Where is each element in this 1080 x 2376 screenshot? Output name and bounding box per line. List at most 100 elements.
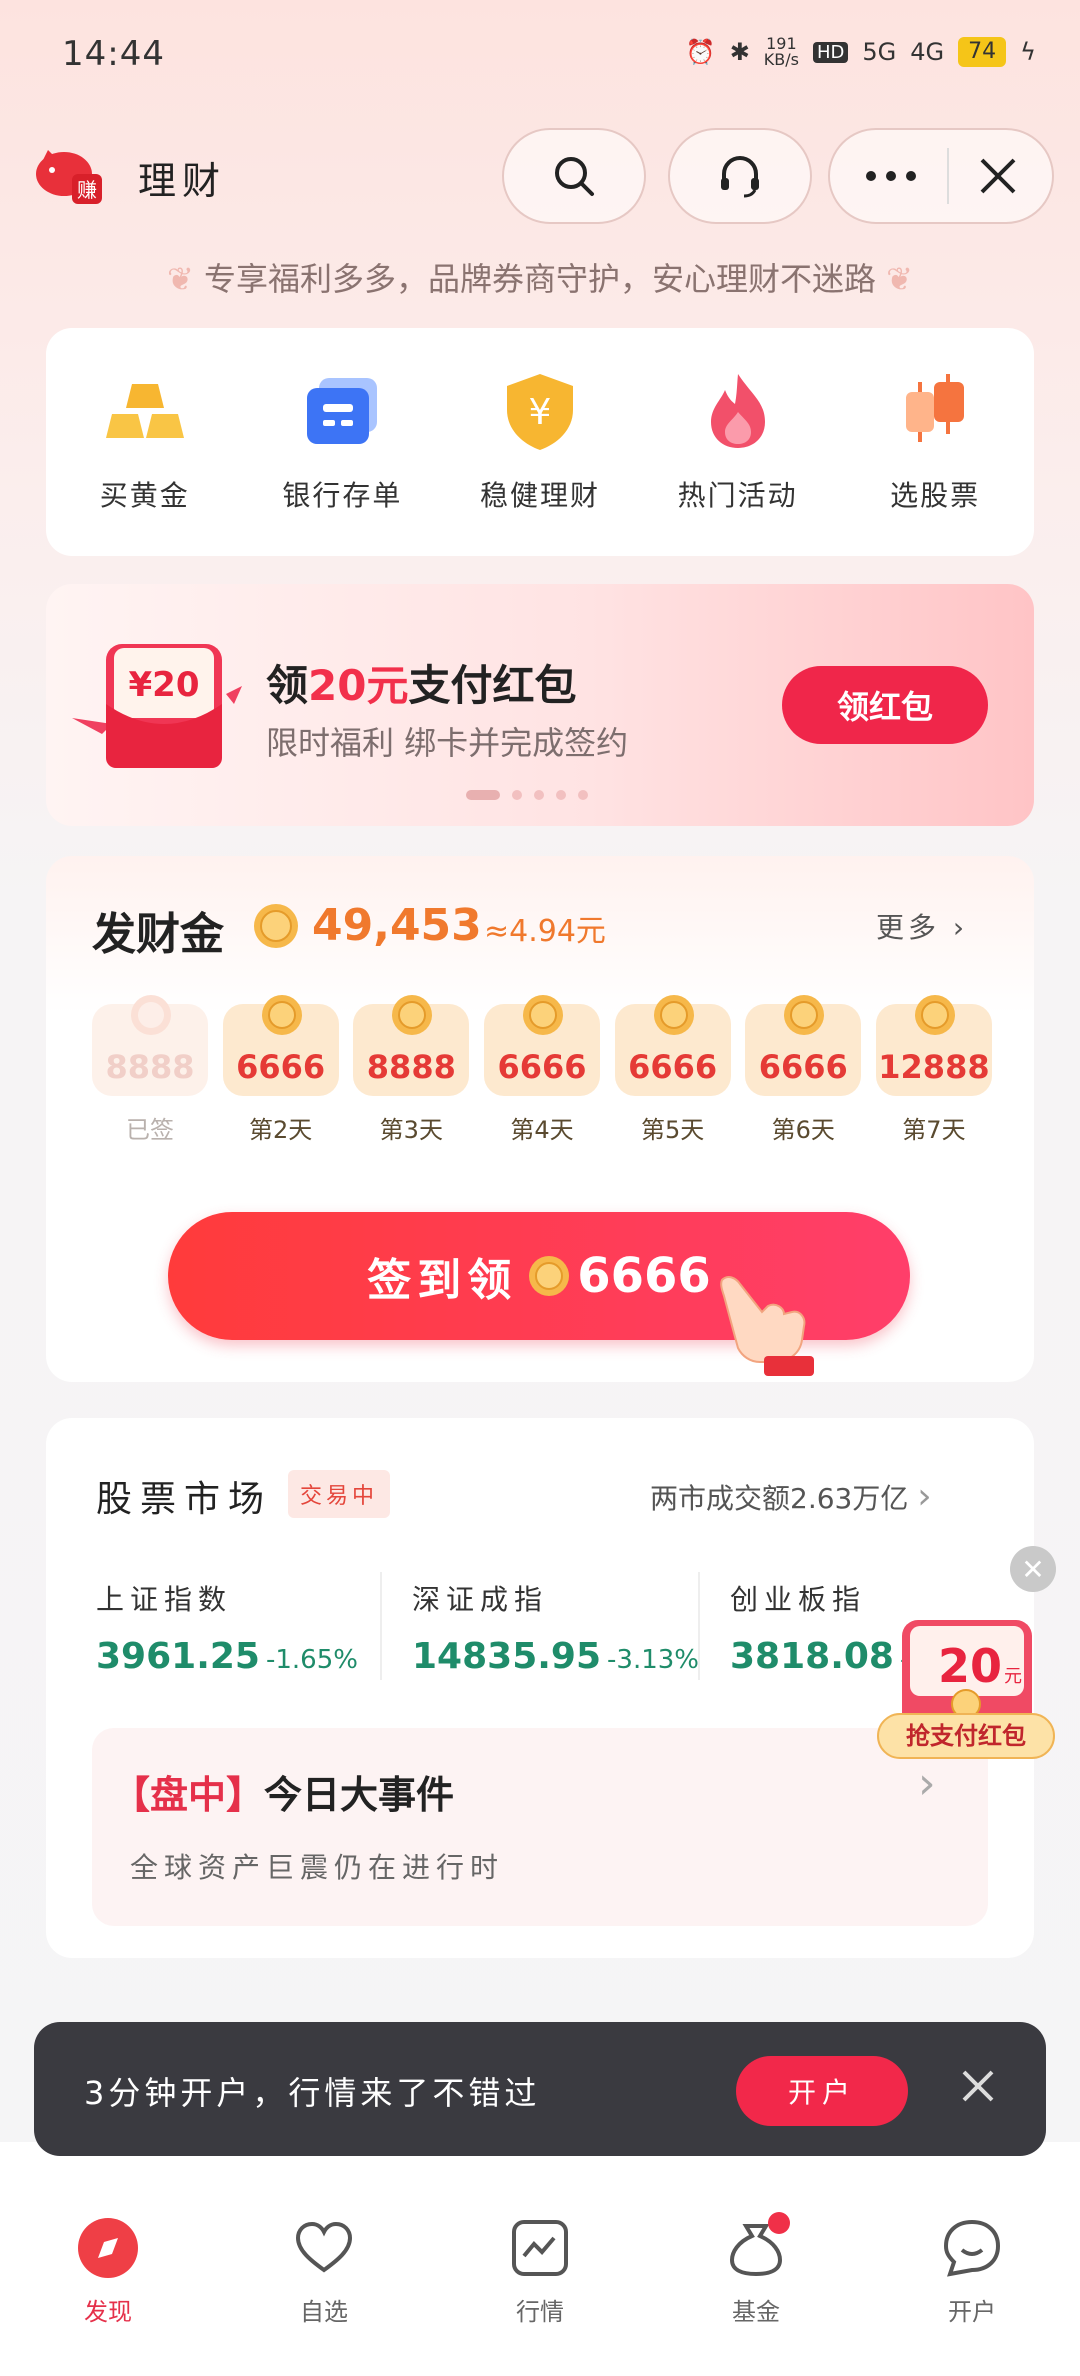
coin-icon [252, 902, 300, 954]
checkin-day: 6666 第5天 [614, 995, 731, 1145]
customer-service-button[interactable] [668, 128, 812, 224]
page-title: 理财 [138, 159, 227, 203]
status-icons: ⏰ ✱ 191 KB/s HD 5G 4G 74 ϟ [686, 36, 1036, 68]
fortune-title: 发财金 [92, 909, 224, 960]
checkin-day: 8888 第3天 [353, 995, 470, 1145]
pagination-dot [556, 790, 566, 800]
event-description: 全球资产巨震仍在进行时 [130, 1851, 505, 1884]
index-shanghai[interactable]: 上证指数 3961.25 -1.65% [96, 1578, 358, 1677]
search-button[interactable] [502, 128, 646, 224]
checkin-days: 8888 已签 6666 第2天 8888 第3天 6666 第4天 6666 … [92, 995, 992, 1145]
toast-text: 3分钟开户，行情来了不错过 [84, 2074, 541, 2112]
nav-fund[interactable]: 基金 [686, 2212, 826, 2376]
candlestick-icon [906, 374, 965, 442]
chevron-right-icon: › [952, 911, 969, 944]
bottom-navigation: 发现 自选 行情 基金 开户 [0, 2142, 1080, 2376]
signal-4g-icon: 4G [910, 38, 945, 66]
chart-icon [512, 2220, 568, 2276]
coin-icon [522, 995, 563, 1035]
fortune-approx-value: ≈4.94元 [484, 914, 606, 949]
leaf-right-icon: ❦ [886, 260, 913, 298]
stock-market-title: 股票市场 [96, 1479, 273, 1520]
svg-text:¥: ¥ [529, 392, 552, 433]
hd-icon: HD [813, 41, 849, 63]
signal-5g-icon: 5G [862, 38, 897, 66]
chat-icon [943, 2219, 1001, 2277]
capsule-divider [947, 148, 949, 204]
coin-icon [261, 995, 302, 1035]
index-divider [698, 1572, 700, 1680]
coin-icon [529, 1256, 570, 1296]
coin-icon [392, 995, 433, 1035]
more-dots-icon [866, 171, 916, 181]
flame-icon [710, 374, 765, 448]
fortune-more-link[interactable]: 更多 › [876, 906, 968, 946]
headset-icon [721, 156, 759, 198]
checkin-day: 6666 第2天 [222, 995, 339, 1145]
coin-icon [914, 995, 955, 1035]
close-icon [962, 2070, 994, 2102]
checkin-day: 12888 第7天 [875, 995, 992, 1145]
gold-bars-icon [105, 384, 184, 438]
quick-link-stock-picker[interactable]: 选股票 [845, 368, 1025, 514]
pagination-dot [512, 790, 522, 800]
get-red-packet-button[interactable]: 领红包 [782, 666, 988, 744]
nav-discover[interactable]: 发现 [38, 2216, 178, 2376]
nav-open-account[interactable]: 开户 [902, 2216, 1042, 2376]
nav-market[interactable]: 行情 [470, 2216, 610, 2376]
quick-links: 买黄金 银行存单 ¥ 稳健理财 热门活动 选股票 [46, 328, 1034, 556]
banner-pagination [466, 790, 588, 800]
coin-icon [784, 995, 825, 1035]
pagination-dot [578, 790, 588, 800]
quick-link-gold[interactable]: 买黄金 [55, 368, 235, 514]
chevron-right-icon: › [918, 1758, 936, 1809]
bluetooth-icon: ✱ [729, 38, 750, 66]
charging-icon: ϟ [1020, 38, 1036, 66]
close-button[interactable] [978, 156, 1018, 196]
trading-status-badge: 交易中 [288, 1470, 391, 1518]
index-shenzhen[interactable]: 深证成指 14835.95 -3.13% [412, 1578, 699, 1677]
checkin-day: 6666 第6天 [745, 995, 862, 1145]
event-title: 【盘中】今日大事件 [112, 1773, 455, 1817]
coin-icon [653, 995, 694, 1035]
svg-text:元: 元 [1004, 1666, 1022, 1687]
leaf-left-icon: ❦ [167, 260, 194, 298]
market-volume-link[interactable]: 两市成交额2.63万亿 › [650, 1476, 932, 1517]
quick-link-stable-finance[interactable]: ¥ 稳健理财 [450, 368, 630, 514]
pointing-hand-icon [712, 1266, 822, 1380]
notification-dot [768, 2212, 790, 2234]
shield-yuan-icon: ¥ [506, 374, 573, 450]
index-divider [380, 1572, 382, 1680]
quick-link-bank-deposit[interactable]: 银行存单 [252, 368, 432, 514]
alarm-icon: ⏰ [685, 38, 716, 66]
checkin-day: 8888 已签 [92, 995, 208, 1145]
coin-icon [131, 995, 171, 1035]
float-close-button[interactable]: ✕ [1010, 1546, 1056, 1592]
net-speed: 191 KB/s [763, 34, 799, 69]
pagination-dot [466, 790, 500, 800]
red-packet-icon: ¥20 [66, 634, 246, 774]
heart-icon [295, 2221, 353, 2273]
banner-title: 领20元支付红包 [266, 661, 577, 710]
quick-link-hot-activity[interactable]: 热门活动 [648, 368, 828, 514]
chevron-right-icon: › [917, 1476, 932, 1517]
pagination-dot [534, 790, 544, 800]
svg-text:赚: 赚 [77, 178, 97, 202]
search-icon [555, 157, 594, 196]
capsule-menu [828, 128, 1054, 224]
nav-watchlist[interactable]: 自选 [254, 2216, 394, 2376]
toast-close-button[interactable] [956, 2064, 1000, 2108]
header-subtitle: ❦ 专享福利多多，品牌券商守护，安心理财不迷路 ❦ [167, 260, 913, 298]
banner-subtitle: 限时福利 绑卡并完成签约 [266, 724, 629, 762]
battery-icon: 74 [958, 37, 1007, 67]
floating-red-packet[interactable]: 20 元 抢支付红包 [876, 1602, 1056, 1762]
more-button[interactable] [864, 169, 918, 183]
status-time: 14:44 [62, 34, 165, 74]
fortune-amount: 49,453 [312, 900, 482, 951]
today-events-card[interactable] [92, 1728, 988, 1926]
bank-card-icon [307, 378, 378, 444]
app-logo: 赚 [34, 142, 104, 208]
checkin-day: 6666 第4天 [483, 995, 600, 1145]
svg-text:¥20: ¥20 [129, 665, 200, 705]
open-account-button[interactable]: 开户 [736, 2056, 908, 2126]
